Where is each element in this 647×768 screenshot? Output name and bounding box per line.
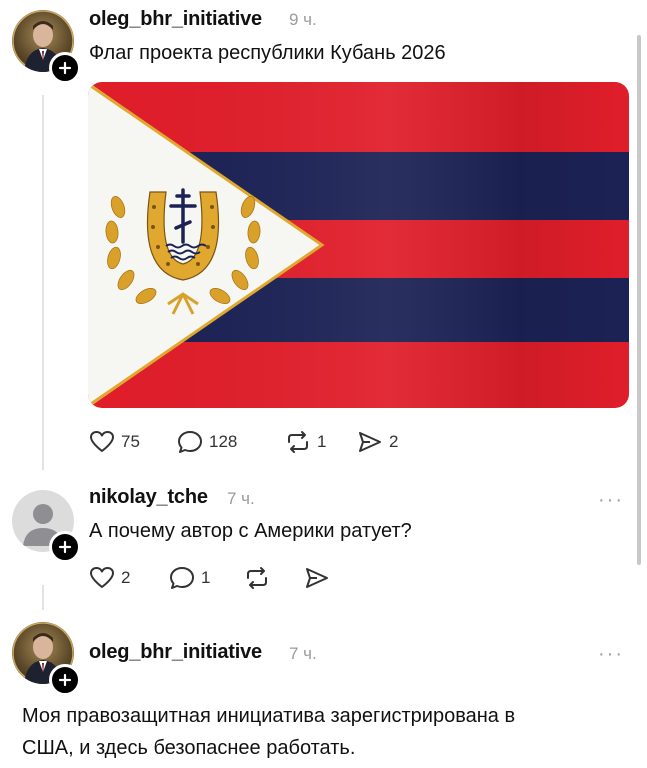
post-time: 7 ч. [289,644,317,663]
kuban-flag-image [88,82,629,408]
more-options-button[interactable]: ··· [598,644,624,664]
post-username[interactable]: oleg_bhr_initiative [89,641,262,664]
repost-icon [247,567,267,589]
like-button[interactable]: 2 [89,566,130,590]
repost-count: 1 [317,432,327,451]
share-button[interactable]: 2 [357,430,398,454]
post-time: 9 ч. [289,10,317,29]
follow-plus-icon[interactable] [49,531,81,563]
post-text-line-2: США, и здесь безопаснее работать. [22,737,356,759]
heart-icon [90,431,114,452]
post-time: 7 ч. [227,489,255,508]
comment-button[interactable]: 128 [177,430,237,454]
follow-plus-icon[interactable] [49,664,81,696]
like-button[interactable]: 75 [89,430,140,454]
post-username[interactable]: nikolay_tche [89,486,208,509]
scrollbar[interactable] [637,35,641,565]
like-count: 2 [121,568,131,587]
share-button[interactable] [304,566,330,590]
repost-button[interactable]: 1 [285,430,326,454]
comment-bubble-icon [170,567,194,589]
thread-line-1 [42,95,44,470]
more-options-button[interactable]: ··· [598,490,624,510]
follow-plus-icon[interactable] [49,52,81,84]
send-icon [306,568,328,588]
heart-icon [90,567,114,588]
repost-button[interactable] [244,566,270,590]
comment-button[interactable]: 1 [169,566,210,590]
post-text: Флаг проекта республики Кубань 2026 [89,42,446,64]
post-username[interactable]: oleg_bhr_initiative [89,8,262,31]
comment-count: 1 [201,568,211,587]
post-text: А почему автор с Америки ратует? [89,520,412,542]
repost-icon [288,431,308,453]
share-count: 2 [389,432,399,451]
post-image-flag[interactable] [88,82,629,408]
comment-bubble-icon [178,431,202,453]
comment-count: 128 [209,432,238,451]
like-count: 75 [121,432,140,451]
send-icon [359,432,381,452]
thread-line-2 [42,585,44,610]
post-text-line-1: Моя правозащитная инициатива зарегистрир… [22,705,516,727]
